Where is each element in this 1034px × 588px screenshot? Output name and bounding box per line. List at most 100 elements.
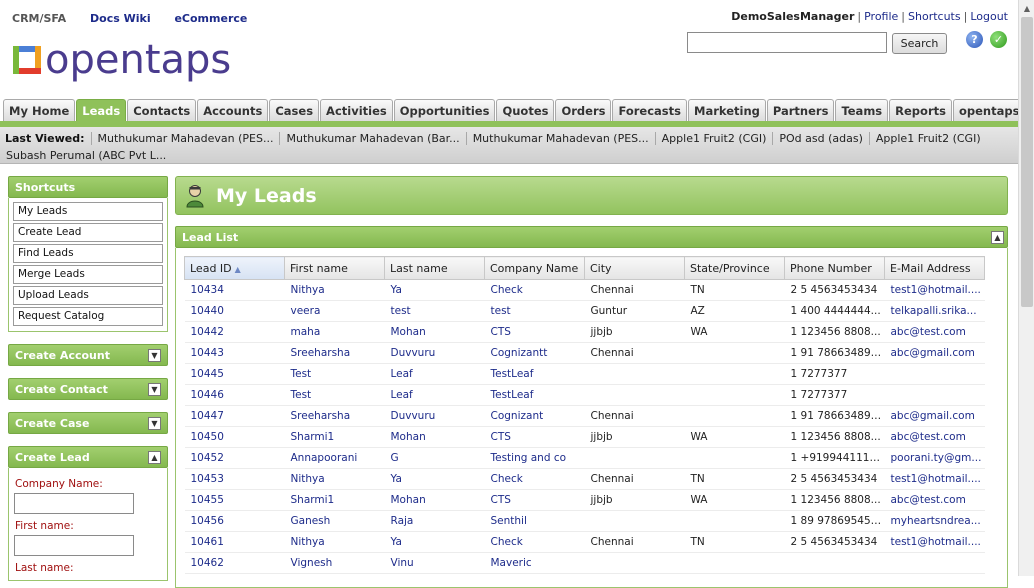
cell-last-name[interactable]: Mohan: [384, 426, 485, 448]
cell-email[interactable]: telkapalli.srika...: [884, 300, 985, 322]
shortcut-merge-leads[interactable]: Merge Leads: [13, 265, 163, 284]
tab-teams[interactable]: Teams: [835, 99, 889, 121]
table-row[interactable]: 10450 Sharmi1 Mohan CTS jjbjb WA 1 123456 8808…: [184, 426, 985, 448]
topnav-docs-wiki[interactable]: Docs Wiki: [90, 12, 151, 25]
tab-marketing[interactable]: Marketing: [688, 99, 766, 121]
table-row[interactable]: 10445 Test Leaf TestLeaf 1 7277377: [184, 363, 985, 385]
table-row[interactable]: 10453 Nithya Ya Check Chennai TN 2 5 456345343…: [184, 468, 985, 490]
cell-last-name[interactable]: Ya: [384, 279, 485, 301]
cell-last-name[interactable]: Ya: [384, 468, 485, 490]
cell-first-name[interactable]: Annapoorani: [284, 447, 385, 469]
cell-first-name[interactable]: Nithya: [284, 279, 385, 301]
cell-email[interactable]: [884, 363, 985, 385]
create-case-header[interactable]: Create Case ▼: [8, 412, 168, 434]
table-row[interactable]: 10447 Sreeharsha Duvvuru Cognizant Chennai 1 …: [184, 405, 985, 427]
cell-email[interactable]: [884, 552, 985, 574]
cell-first-name[interactable]: Nithya: [284, 531, 385, 553]
tab-my-home[interactable]: My Home: [3, 99, 76, 121]
cell-company-name[interactable]: Check: [484, 279, 585, 301]
table-row[interactable]: 10456 Ganesh Raja Senthil 1 89 9786954574 myh…: [184, 510, 985, 532]
cell-company-name[interactable]: Testing and co: [484, 447, 585, 469]
cell-lead-id[interactable]: 10456: [184, 510, 285, 532]
logout-link[interactable]: Logout: [970, 10, 1008, 23]
cell-first-name[interactable]: Test: [284, 363, 385, 385]
cell-first-name[interactable]: Sreeharsha: [284, 342, 385, 364]
cell-company-name[interactable]: Check: [484, 531, 585, 553]
column-header-email[interactable]: E-Mail Address: [884, 256, 985, 280]
table-row[interactable]: 10452 Annapoorani G Testing and co 1 +919944…: [184, 447, 985, 469]
help-icon[interactable]: ?: [966, 31, 983, 48]
cell-last-name[interactable]: G: [384, 447, 485, 469]
cell-email[interactable]: abc@gmail.com: [884, 342, 985, 364]
cell-lead-id[interactable]: 10461: [184, 531, 285, 553]
create-account-header[interactable]: Create Account ▼: [8, 344, 168, 366]
cell-lead-id[interactable]: 10453: [184, 468, 285, 490]
cell-company-name[interactable]: TestLeaf: [484, 384, 585, 406]
last-viewed-item[interactable]: Muthukumar Mahadevan (Bar...: [279, 132, 465, 145]
profile-link[interactable]: Profile: [864, 10, 898, 23]
cell-first-name[interactable]: Sharmi1: [284, 489, 385, 511]
cell-last-name[interactable]: Leaf: [384, 363, 485, 385]
tab-forecasts[interactable]: Forecasts: [612, 99, 687, 121]
tab-partners[interactable]: Partners: [766, 99, 835, 121]
cell-first-name[interactable]: maha: [284, 321, 385, 343]
table-row[interactable]: 10440 veera test test Guntur AZ 1 400 4444444.…: [184, 300, 985, 322]
search-input[interactable]: [687, 32, 887, 53]
column-header-company-name[interactable]: Company Name: [484, 256, 585, 280]
collapse-icon[interactable]: ▲: [148, 450, 161, 464]
cell-email[interactable]: abc@test.com: [884, 321, 985, 343]
cell-lead-id[interactable]: 10447: [184, 405, 285, 427]
topnav-crm-sfa[interactable]: CRM/SFA: [12, 12, 66, 25]
cell-company-name[interactable]: Check: [484, 468, 585, 490]
last-viewed-item[interactable]: Subash Perumal (ABC Pvt L...: [0, 150, 1018, 164]
shortcut-create-lead[interactable]: Create Lead: [13, 223, 163, 242]
first-name-field[interactable]: [14, 535, 134, 556]
table-row[interactable]: 10462 Vignesh Vinu Maveric: [184, 552, 985, 574]
tab-opportunities[interactable]: Opportunities: [393, 99, 496, 121]
scroll-up-icon[interactable]: ▲: [1019, 0, 1034, 16]
tab-opentaps[interactable]: opentaps: [952, 99, 1026, 121]
table-row[interactable]: 10455 Sharmi1 Mohan CTS jjbjb WA 1 123456 8808…: [184, 489, 985, 511]
cell-lead-id[interactable]: 10462: [184, 552, 285, 574]
shortcut-my-leads[interactable]: My Leads: [13, 202, 163, 221]
cell-last-name[interactable]: Leaf: [384, 384, 485, 406]
cell-lead-id[interactable]: 10455: [184, 489, 285, 511]
expand-icon[interactable]: ▼: [148, 348, 161, 362]
opentaps-logo[interactable]: opentaps: [13, 38, 231, 82]
cell-last-name[interactable]: Vinu: [384, 552, 485, 574]
tab-activities[interactable]: Activities: [320, 99, 393, 121]
expand-icon[interactable]: ▼: [148, 382, 161, 396]
last-viewed-item[interactable]: Muthukumar Mahadevan (PES...: [465, 132, 655, 145]
topnav-ecommerce[interactable]: eCommerce: [174, 12, 247, 25]
company-name-field[interactable]: [14, 493, 134, 514]
cell-last-name[interactable]: test: [384, 300, 485, 322]
cell-last-name[interactable]: Duvvuru: [384, 405, 485, 427]
tab-cases[interactable]: Cases: [269, 99, 320, 121]
page-scrollbar[interactable]: ▲: [1018, 0, 1034, 576]
cell-email[interactable]: [884, 384, 985, 406]
shortcuts-link[interactable]: Shortcuts: [908, 10, 961, 23]
cell-company-name[interactable]: TestLeaf: [484, 363, 585, 385]
cell-last-name[interactable]: Raja: [384, 510, 485, 532]
tab-contacts[interactable]: Contacts: [127, 99, 197, 121]
column-header-lead-id[interactable]: Lead ID ▲: [184, 256, 285, 280]
shortcut-find-leads[interactable]: Find Leads: [13, 244, 163, 263]
column-header-first-name[interactable]: First name: [284, 256, 385, 280]
cell-company-name[interactable]: Cognizant: [484, 405, 585, 427]
cell-last-name[interactable]: Mohan: [384, 321, 485, 343]
cell-company-name[interactable]: CTS: [484, 426, 585, 448]
cell-lead-id[interactable]: 10450: [184, 426, 285, 448]
cell-last-name[interactable]: Mohan: [384, 489, 485, 511]
cell-first-name[interactable]: veera: [284, 300, 385, 322]
cell-email[interactable]: abc@gmail.com: [884, 405, 985, 427]
search-button[interactable]: Search: [892, 33, 947, 54]
cell-email[interactable]: abc@test.com: [884, 426, 985, 448]
cell-company-name[interactable]: CTS: [484, 489, 585, 511]
cell-last-name[interactable]: Ya: [384, 531, 485, 553]
create-lead-header[interactable]: Create Lead ▲: [8, 446, 168, 468]
cell-email[interactable]: test1@hotmail....: [884, 468, 985, 490]
last-viewed-item[interactable]: Muthukumar Mahadevan (PES...: [90, 132, 280, 145]
cell-lead-id[interactable]: 10446: [184, 384, 285, 406]
cell-first-name[interactable]: Sharmi1: [284, 426, 385, 448]
cell-email[interactable]: myheartsndrea...: [884, 510, 985, 532]
